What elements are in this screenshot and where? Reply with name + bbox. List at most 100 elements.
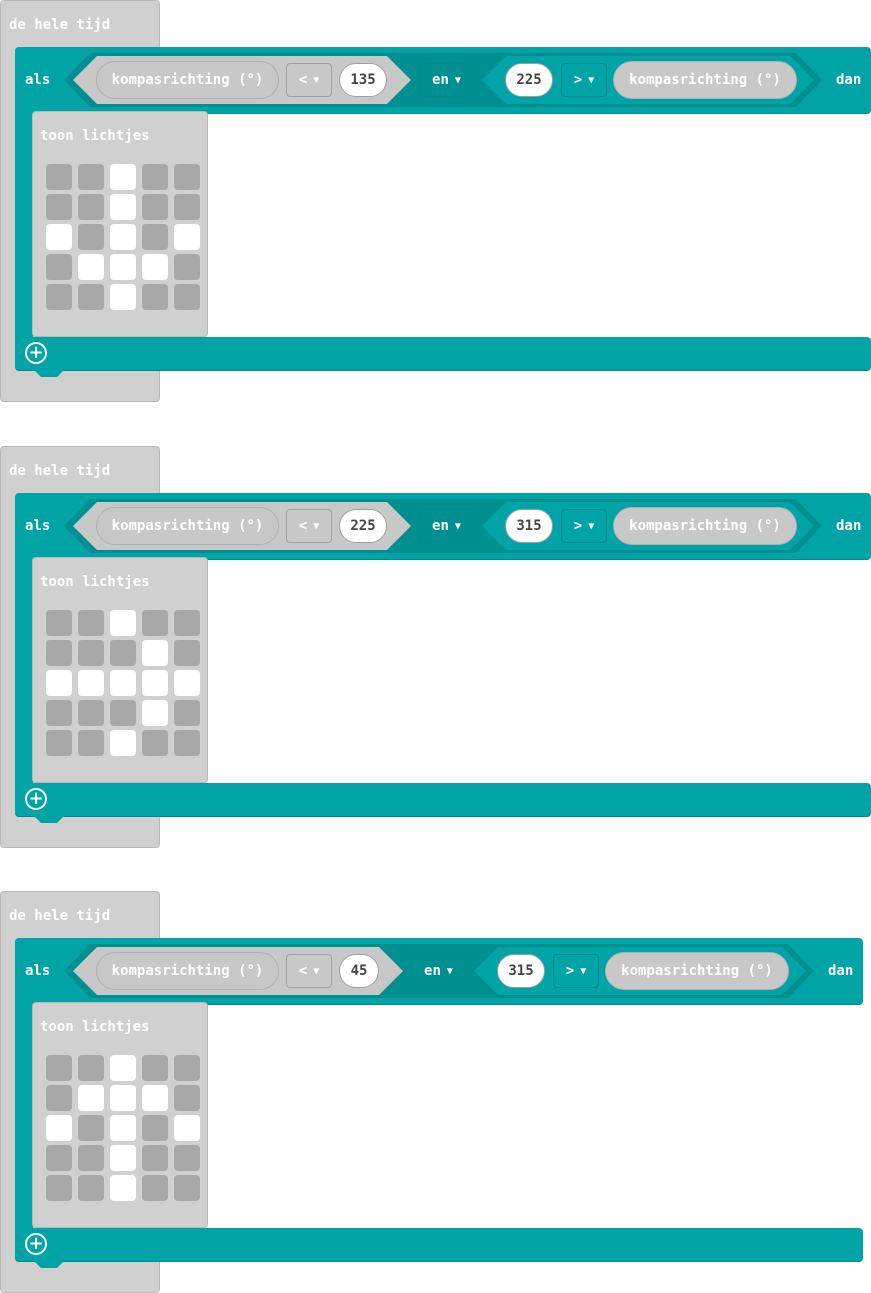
led-cell[interactable]: [110, 1085, 136, 1111]
led-cell[interactable]: [78, 1115, 104, 1141]
led-cell[interactable]: [174, 164, 200, 190]
led-cell[interactable]: [46, 730, 72, 756]
show-leds-block[interactable]: toon lichtjes: [32, 111, 208, 337]
led-cell[interactable]: [110, 254, 136, 280]
forever-stack-1[interactable]: de hele tijd als kompasrichting (°) < ▼ 1…: [0, 0, 871, 402]
led-cell[interactable]: [110, 1175, 136, 1201]
led-cell[interactable]: [142, 1145, 168, 1171]
add-icon[interactable]: +: [25, 788, 47, 810]
less-than-dropdown[interactable]: < ▼: [286, 954, 332, 988]
number-input[interactable]: 225: [505, 63, 553, 97]
led-cell[interactable]: [78, 640, 104, 666]
number-input[interactable]: 315: [497, 954, 545, 988]
led-cell[interactable]: [142, 730, 168, 756]
led-cell[interactable]: [78, 670, 104, 696]
greater-than-dropdown[interactable]: > ▼: [561, 63, 607, 97]
led-cell[interactable]: [46, 1145, 72, 1171]
compass-heading-reporter[interactable]: kompasrichting (°): [96, 952, 279, 990]
led-cell[interactable]: [78, 254, 104, 280]
led-cell[interactable]: [46, 610, 72, 636]
led-cell[interactable]: [142, 1085, 168, 1111]
led-grid[interactable]: [46, 1055, 200, 1201]
led-grid[interactable]: [46, 610, 200, 756]
led-cell[interactable]: [46, 224, 72, 250]
forever-stack-2[interactable]: de hele tijd als kompasrichting (°) < ▼ 2…: [0, 446, 871, 848]
led-cell[interactable]: [110, 610, 136, 636]
led-cell[interactable]: [142, 640, 168, 666]
led-cell[interactable]: [174, 670, 200, 696]
led-cell[interactable]: [174, 1115, 200, 1141]
led-cell[interactable]: [110, 640, 136, 666]
led-cell[interactable]: [78, 224, 104, 250]
led-cell[interactable]: [110, 284, 136, 310]
and-dropdown[interactable]: en ▼: [411, 954, 466, 988]
led-cell[interactable]: [142, 670, 168, 696]
led-cell[interactable]: [110, 1055, 136, 1081]
led-cell[interactable]: [46, 284, 72, 310]
led-cell[interactable]: [174, 194, 200, 220]
led-cell[interactable]: [174, 730, 200, 756]
led-cell[interactable]: [110, 670, 136, 696]
led-cell[interactable]: [142, 610, 168, 636]
if-block[interactable]: als kompasrichting (°) < ▼ 225 en ▼ 315 > ▼…: [15, 493, 871, 823]
compass-heading-reporter[interactable]: kompasrichting (°): [605, 952, 789, 990]
greater-than-dropdown[interactable]: > ▼: [561, 509, 607, 543]
led-cell[interactable]: [110, 224, 136, 250]
and-dropdown[interactable]: en ▼: [419, 63, 474, 97]
led-cell[interactable]: [78, 164, 104, 190]
led-cell[interactable]: [174, 1055, 200, 1081]
led-cell[interactable]: [174, 1085, 200, 1111]
less-than-dropdown[interactable]: < ▼: [286, 509, 332, 543]
led-cell[interactable]: [110, 194, 136, 220]
led-cell[interactable]: [110, 1115, 136, 1141]
add-icon[interactable]: +: [25, 1233, 47, 1255]
number-input[interactable]: 45: [339, 954, 379, 988]
led-cell[interactable]: [142, 164, 168, 190]
number-input[interactable]: 135: [339, 63, 387, 97]
compass-heading-reporter[interactable]: kompasrichting (°): [613, 61, 797, 99]
led-cell[interactable]: [174, 1175, 200, 1201]
show-leds-block[interactable]: toon lichtjes: [32, 1002, 208, 1228]
led-cell[interactable]: [174, 700, 200, 726]
led-cell[interactable]: [46, 254, 72, 280]
led-cell[interactable]: [142, 1055, 168, 1081]
led-cell[interactable]: [142, 700, 168, 726]
led-cell[interactable]: [78, 1055, 104, 1081]
led-cell[interactable]: [78, 730, 104, 756]
led-cell[interactable]: [46, 1115, 72, 1141]
led-cell[interactable]: [78, 700, 104, 726]
led-cell[interactable]: [78, 1145, 104, 1171]
led-cell[interactable]: [78, 610, 104, 636]
led-cell[interactable]: [174, 640, 200, 666]
if-block[interactable]: als kompasrichting (°) < ▼ 45 en ▼ 315 > ▼ …: [15, 938, 863, 1268]
led-grid[interactable]: [46, 164, 200, 310]
led-cell[interactable]: [46, 670, 72, 696]
led-cell[interactable]: [174, 1145, 200, 1171]
led-cell[interactable]: [174, 610, 200, 636]
led-cell[interactable]: [174, 254, 200, 280]
number-input[interactable]: 225: [339, 509, 387, 543]
led-cell[interactable]: [46, 640, 72, 666]
compass-heading-reporter[interactable]: kompasrichting (°): [96, 507, 279, 545]
greater-than-dropdown[interactable]: > ▼: [553, 954, 599, 988]
led-cell[interactable]: [110, 730, 136, 756]
less-than-dropdown[interactable]: < ▼: [286, 63, 332, 97]
led-cell[interactable]: [78, 1175, 104, 1201]
if-block[interactable]: als kompasrichting (°) < ▼ 135 en ▼ 225 > ▼…: [15, 47, 871, 377]
led-cell[interactable]: [78, 284, 104, 310]
compass-heading-reporter[interactable]: kompasrichting (°): [613, 507, 797, 545]
compass-heading-reporter[interactable]: kompasrichting (°): [96, 61, 279, 99]
led-cell[interactable]: [46, 1055, 72, 1081]
forever-stack-3[interactable]: de hele tijd als kompasrichting (°) < ▼ 4…: [0, 891, 871, 1293]
led-cell[interactable]: [78, 1085, 104, 1111]
led-cell[interactable]: [46, 1085, 72, 1111]
led-cell[interactable]: [142, 284, 168, 310]
led-cell[interactable]: [78, 194, 104, 220]
led-cell[interactable]: [110, 700, 136, 726]
led-cell[interactable]: [142, 224, 168, 250]
and-dropdown[interactable]: en ▼: [419, 509, 474, 543]
show-leds-block[interactable]: toon lichtjes: [32, 557, 208, 783]
led-cell[interactable]: [110, 1145, 136, 1171]
number-input[interactable]: 315: [505, 509, 553, 543]
led-cell[interactable]: [46, 700, 72, 726]
